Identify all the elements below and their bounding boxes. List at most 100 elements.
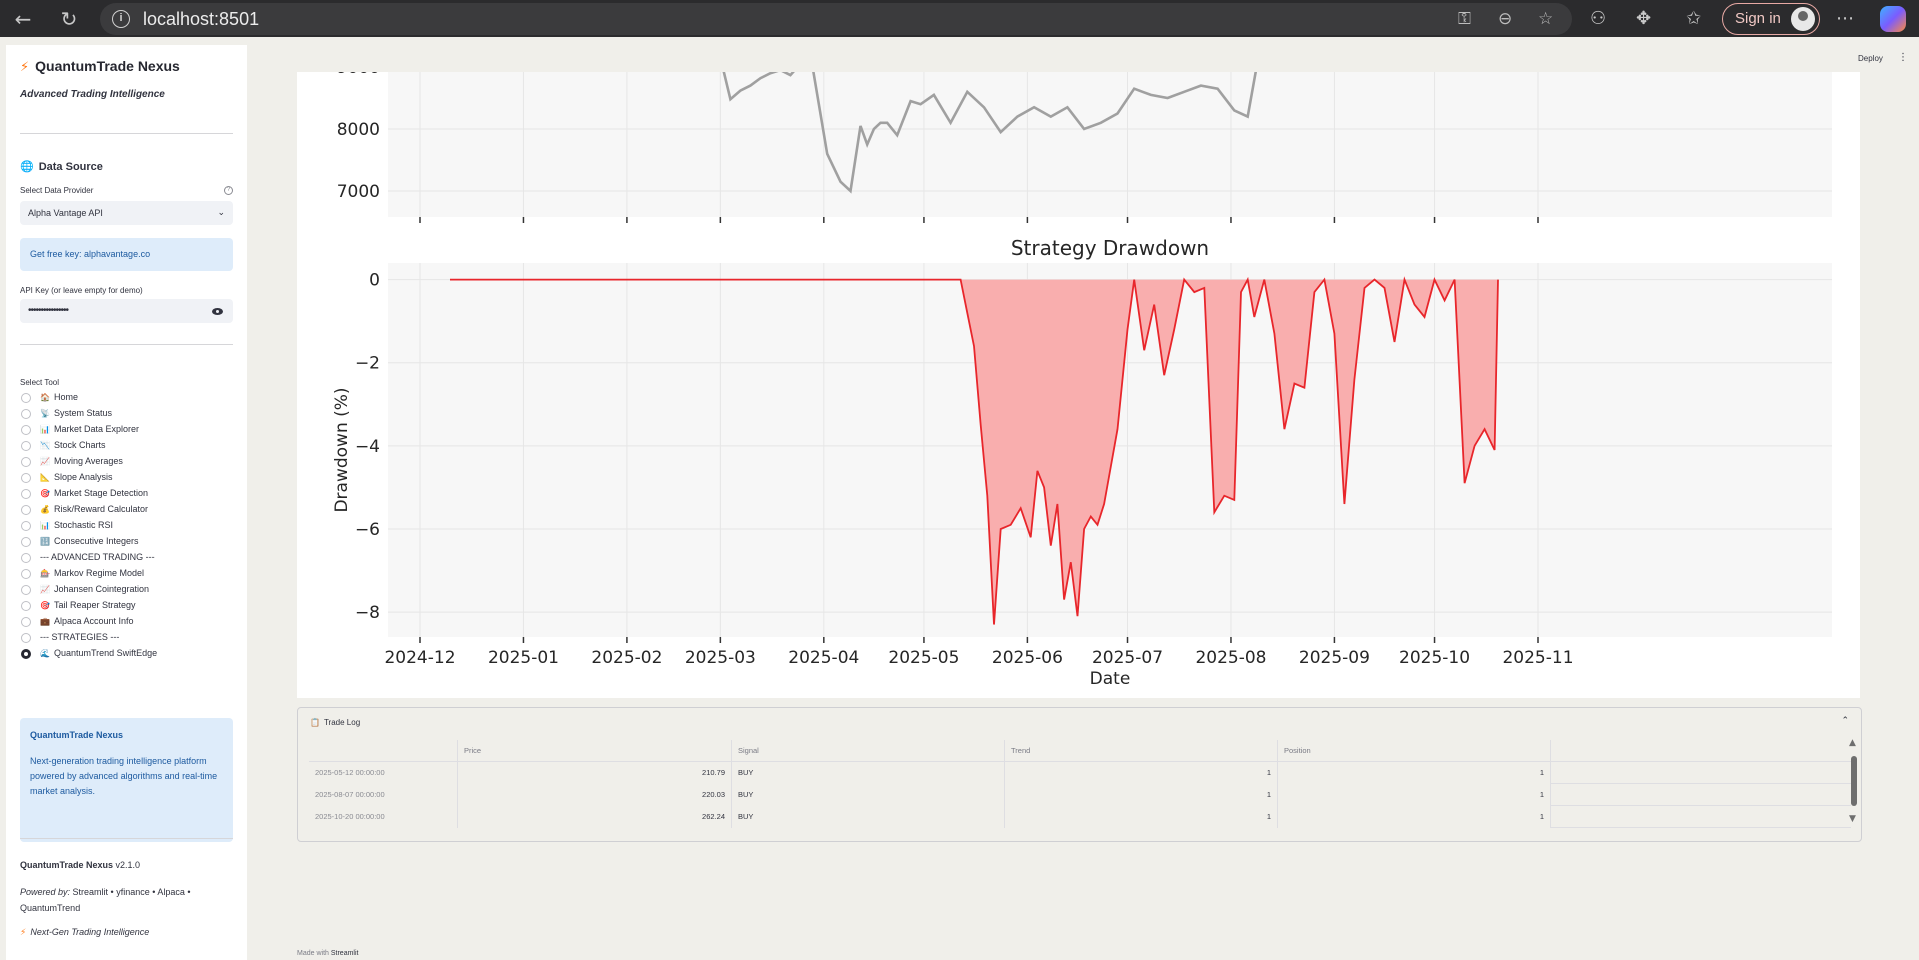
radio-button-icon[interactable] (21, 617, 31, 627)
site-info-icon[interactable]: i (112, 10, 130, 28)
tool-icon: 💼 (40, 617, 50, 626)
zoom-icon[interactable]: ⊖ (1498, 9, 1512, 29)
table-cell[interactable]: 1 (1278, 784, 1551, 806)
bookmark-star-icon[interactable]: ☆ (1538, 9, 1553, 29)
radio-button-icon[interactable] (21, 569, 31, 579)
tool-option[interactable]: 🔢 Consecutive Integers (20, 535, 233, 551)
tool-icon: 🎯 (40, 601, 50, 610)
footer-powered-by: Powered by: Streamlit • yfinance • Alpac… (20, 887, 191, 913)
scroll-down-icon[interactable]: ▼ (1849, 814, 1856, 824)
radio-button-icon[interactable] (21, 553, 31, 563)
tool-option[interactable]: 🌊 QuantumTrend SwiftEdge (20, 647, 233, 663)
table-cell[interactable]: BUY (732, 806, 1005, 828)
tool-icon: 📐 (40, 473, 50, 482)
table-cell[interactable]: 1 (1278, 806, 1551, 828)
radio-button-icon[interactable] (21, 521, 31, 531)
tool-option[interactable]: 📊 Stochastic RSI (20, 519, 233, 535)
reload-icon[interactable]: ↻ (56, 6, 82, 32)
table-cell[interactable]: BUY (732, 762, 1005, 784)
puzzle-icon[interactable]: ✥ (1636, 8, 1651, 29)
table-cell[interactable]: 1 (1005, 806, 1278, 828)
chart-svg: 7000 8000 9000 0 −2 −4 −6 −8 2024-12 2025-01 2025-… (332, 72, 1832, 689)
y-tick-label: −6 (355, 520, 380, 540)
tool-option[interactable]: 💰 Risk/Reward Calculator (20, 503, 233, 519)
radio-button-icon[interactable] (21, 505, 31, 515)
address-bar[interactable]: i localhost:8501 ⚿ ⊖ ☆ (100, 3, 1572, 35)
radio-button-icon[interactable] (21, 601, 31, 611)
provider-select[interactable]: Alpha Vantage API ⌄ (20, 201, 233, 225)
column-header[interactable]: Signal (732, 740, 1005, 762)
made-with-streamlit[interactable]: Made with Streamlit (297, 950, 358, 957)
table-cell[interactable]: 210.79 (458, 762, 732, 784)
help-icon[interactable]: ? (224, 186, 233, 195)
radio-button-icon[interactable] (21, 585, 31, 595)
tool-option[interactable]: 📊 Market Data Explorer (20, 423, 233, 439)
table-cell[interactable]: 220.03 (458, 784, 732, 806)
table-cell[interactable]: 1 (1278, 762, 1551, 784)
api-key-input[interactable]: •••••••••••••••• (20, 299, 233, 323)
main-menu-icon[interactable]: ⋮ (1898, 52, 1908, 63)
copilot-icon[interactable] (1880, 6, 1906, 32)
table-cell[interactable]: 262.24 (458, 806, 732, 828)
favorites-icon[interactable]: ✩ (1686, 8, 1701, 29)
tool-option[interactable]: 🎰 Markov Regime Model (20, 567, 233, 583)
sidebar: ⚡ QuantumTrade Nexus Advanced Trading Int… (6, 45, 247, 960)
lightning-icon: ⚡ (20, 928, 27, 938)
tool-option[interactable]: --- STRATEGIES --- (20, 631, 233, 647)
key-icon[interactable]: ⚿ (1458, 9, 1471, 29)
tool-option[interactable]: 📡 System Status (20, 407, 233, 423)
y-tick-label: 9000 (337, 72, 380, 78)
table-header-row: Price Signal Trend Position (309, 740, 1851, 762)
lightning-icon: ⚡ (20, 60, 30, 75)
tool-option[interactable]: 💼 Alpaca Account Info (20, 615, 233, 631)
collapse-icon[interactable]: ⌃ (1841, 716, 1849, 726)
x-tick-label: 2025-06 (992, 648, 1063, 668)
trade-log-header[interactable]: 📋 Trade Log (310, 718, 360, 727)
radio-button-icon[interactable] (21, 409, 31, 419)
scroll-up-icon[interactable]: ▲ (1849, 738, 1856, 748)
radio-button-icon[interactable] (21, 425, 31, 435)
tool-option[interactable]: 📐 Slope Analysis (20, 471, 233, 487)
table-cell[interactable]: 2025-05-12 00:00:00 (309, 762, 458, 784)
table-cell[interactable]: 1 (1005, 784, 1278, 806)
scroll-thumb[interactable] (1851, 756, 1857, 806)
radio-button-icon[interactable] (21, 633, 31, 643)
tool-option[interactable]: 🏠 Home (20, 391, 233, 407)
sign-in-button[interactable]: Sign in (1722, 3, 1820, 35)
radio-button-icon[interactable] (21, 649, 31, 659)
tool-option[interactable]: --- ADVANCED TRADING --- (20, 551, 233, 567)
chevron-down-icon: ⌄ (217, 208, 225, 218)
tool-icon: 🏠 (40, 393, 50, 402)
tool-option[interactable]: 📈 Johansen Cointegration (20, 583, 233, 599)
tool-icon: 📊 (40, 521, 50, 530)
deploy-button[interactable]: Deploy (1858, 54, 1883, 63)
tool-option[interactable]: 📈 Moving Averages (20, 455, 233, 471)
tool-option[interactable]: 📉 Stock Charts (20, 439, 233, 455)
table-cell[interactable]: BUY (732, 784, 1005, 806)
back-icon[interactable]: ← (10, 6, 36, 32)
more-menu-icon[interactable]: ⋯ (1836, 8, 1854, 29)
radio-button-icon[interactable] (21, 473, 31, 483)
y-tick-label: 7000 (337, 182, 380, 202)
trade-log-table[interactable]: Price Signal Trend Position 2025-05-12 00:00… (309, 740, 1851, 828)
radio-button-icon[interactable] (21, 489, 31, 499)
x-tick-label: 2025-07 (1092, 648, 1163, 668)
table-cell[interactable]: 2025-10-20 00:00:00 (309, 806, 458, 828)
column-header[interactable]: Position (1278, 740, 1551, 762)
globe-icon: 🌐 (20, 160, 34, 173)
extension-icon[interactable]: ⚇ (1590, 8, 1606, 29)
tool-option[interactable]: 🎯 Market Stage Detection (20, 487, 233, 503)
column-header[interactable] (309, 740, 458, 762)
radio-button-icon[interactable] (21, 457, 31, 467)
radio-button-icon[interactable] (21, 537, 31, 547)
radio-button-icon[interactable] (21, 441, 31, 451)
show-password-icon[interactable] (212, 308, 223, 315)
table-scrollbar[interactable]: ▲ ▼ (1849, 738, 1859, 828)
column-header[interactable]: Price (458, 740, 732, 762)
column-header[interactable]: Trend (1005, 740, 1278, 762)
tool-option[interactable]: 🎯 Tail Reaper Strategy (20, 599, 233, 615)
radio-button-icon[interactable] (21, 393, 31, 403)
table-cell[interactable]: 1 (1005, 762, 1278, 784)
x-tick-label: 2025-05 (888, 648, 959, 668)
table-cell[interactable]: 2025-08-07 00:00:00 (309, 784, 458, 806)
